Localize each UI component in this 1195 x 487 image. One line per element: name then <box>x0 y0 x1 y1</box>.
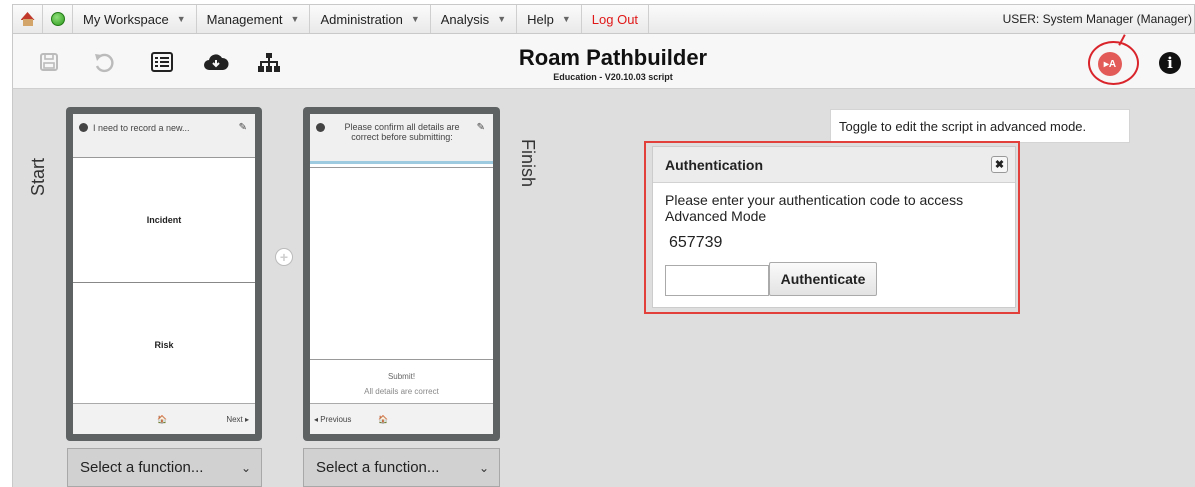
submit-title: Submit! <box>387 372 416 381</box>
authentication-code-input[interactable] <box>665 265 769 296</box>
gear-icon[interactable] <box>79 123 88 132</box>
dialog-message: Please enter your authentication code to… <box>665 192 964 224</box>
dialog-title: Authentication <box>665 156 763 173</box>
pin-icon[interactable]: ✎ <box>477 122 485 133</box>
toolbar: Roam Pathbuilder Education - V20.10.03 s… <box>12 34 1195 89</box>
sitemap-icon[interactable] <box>257 52 281 74</box>
save-icon[interactable] <box>39 52 59 72</box>
select-value: Select a function... <box>80 459 204 476</box>
menu-label: Administration <box>320 11 403 27</box>
next-link[interactable]: Next ▸ <box>226 415 249 424</box>
screen-footer: ◂ Previous 🏠 <box>310 403 493 434</box>
chevron-down-icon: ⌄ <box>240 460 251 475</box>
chevron-down-icon: ▼ <box>497 14 507 24</box>
menu-label: Management <box>206 11 283 27</box>
chevron-down-icon: ▼ <box>561 14 571 24</box>
advanced-mode-tooltip: Toggle to edit the script in advanced mo… <box>830 109 1130 143</box>
screen-header: Please confirm all details are correct b… <box>310 114 493 164</box>
list-view-icon[interactable] <box>151 52 173 72</box>
menu-help[interactable]: Help ▼ <box>517 5 582 33</box>
menu-label: Help <box>527 11 554 27</box>
status-indicator-icon[interactable] <box>43 5 73 33</box>
home-icon[interactable]: 🏠 <box>378 415 388 424</box>
info-icon[interactable]: i <box>1159 52 1181 74</box>
gear-icon[interactable] <box>316 123 325 132</box>
authentication-code: 657739 <box>669 234 723 251</box>
undo-icon[interactable] <box>93 52 115 74</box>
page-title-block: Roam Pathbuilder Education - V20.10.03 s… <box>493 45 733 83</box>
divider <box>310 166 493 168</box>
submit-subtitle: All details are correct <box>364 387 439 396</box>
top-menu-bar: My Workspace ▼ Management ▼ Administration… <box>12 4 1195 34</box>
start-label: Start <box>28 157 48 196</box>
menu-administration[interactable]: Administration ▼ <box>310 5 431 33</box>
menu-my-workspace[interactable]: My Workspace ▼ <box>73 5 197 33</box>
option-risk[interactable]: Risk <box>73 283 255 407</box>
screen-header-text: I need to record a new... <box>93 123 190 133</box>
chevron-down-icon: ⌄ <box>478 460 489 475</box>
screen-2: Please confirm all details are correct b… <box>310 114 493 434</box>
add-screen-icon[interactable]: + <box>275 248 293 266</box>
screen-header-text: Please confirm all details are correct b… <box>344 122 460 142</box>
page-title: Roam Pathbuilder <box>518 45 708 70</box>
menu-label: Analysis <box>440 11 490 27</box>
function-select-2[interactable]: Select a function... ⌄ <box>303 448 500 487</box>
screen-footer: 🏠 Next ▸ <box>73 403 255 434</box>
close-icon[interactable]: ✖ <box>991 156 1008 173</box>
submit-option[interactable]: Submit! All details are correct <box>310 359 493 403</box>
previous-link[interactable]: ◂ Previous <box>314 415 351 424</box>
menu-management[interactable]: Management ▼ <box>197 5 311 33</box>
logout-link[interactable]: Log Out <box>582 5 650 33</box>
home-icon[interactable]: 🏠 <box>157 415 167 424</box>
page-subtitle: Education - V20.10.03 script <box>553 72 673 82</box>
app-logo-icon[interactable] <box>13 5 43 33</box>
screen-card-1[interactable]: I need to record a new... ✎ Incident Ris… <box>66 107 262 441</box>
chevron-down-icon: ▼ <box>290 14 300 24</box>
chevron-down-icon: ▼ <box>176 14 186 24</box>
menu-label: My Workspace <box>83 11 169 27</box>
dialog-header: Authentication ✖ <box>653 147 1015 183</box>
option-incident[interactable]: Incident <box>73 158 255 283</box>
screen-card-2[interactable]: Please confirm all details are correct b… <box>303 107 500 441</box>
screen-1: I need to record a new... ✎ Incident Ris… <box>73 114 255 434</box>
cloud-download-icon[interactable] <box>203 52 229 72</box>
function-select-1[interactable]: Select a function... ⌄ <box>67 448 262 487</box>
menu-analysis[interactable]: Analysis ▼ <box>431 5 518 33</box>
screen-header: I need to record a new... ✎ <box>73 114 255 158</box>
user-label: USER: System Manager (Manager) <box>1002 12 1192 26</box>
select-value: Select a function... <box>316 459 440 476</box>
pin-icon[interactable]: ✎ <box>239 122 247 133</box>
chevron-down-icon: ▼ <box>410 14 420 24</box>
advanced-mode-toggle[interactable]: ▸A <box>1098 52 1122 76</box>
authenticate-button[interactable]: Authenticate <box>769 262 877 296</box>
finish-label: Finish <box>518 139 538 188</box>
authentication-dialog: Authentication ✖ Please enter your authe… <box>652 146 1016 308</box>
